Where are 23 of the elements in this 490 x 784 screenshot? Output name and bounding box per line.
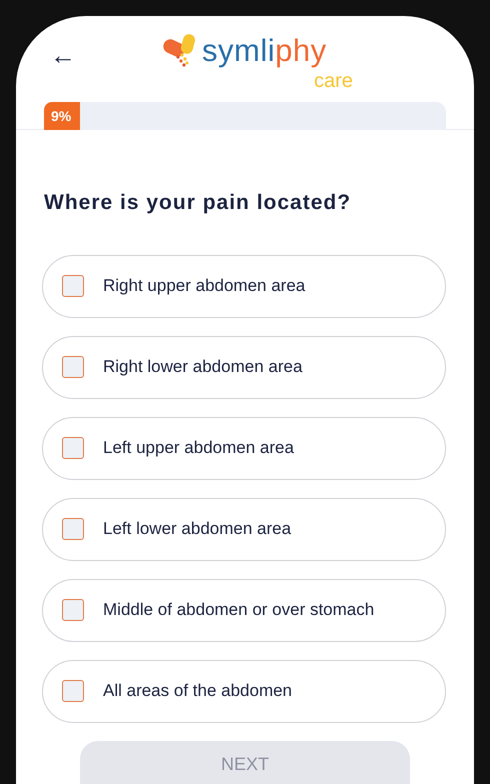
- checkbox[interactable]: [62, 599, 84, 621]
- checkbox[interactable]: [62, 680, 84, 702]
- logo-tagline: care: [314, 69, 353, 94]
- question-title: Where is your pain located?: [44, 190, 352, 216]
- checkbox[interactable]: [62, 275, 84, 297]
- option-label: Left upper abdomen area: [103, 437, 294, 460]
- answer-option[interactable]: All areas of the abdomen: [42, 660, 446, 722]
- answer-option[interactable]: Right upper abdomen area: [42, 254, 446, 318]
- option-label: All areas of the abdomen: [103, 680, 292, 702]
- option-label: Right lower abdomen area: [103, 356, 302, 378]
- answer-option[interactable]: Middle of abdomen or over stomach: [42, 578, 446, 642]
- checkbox[interactable]: [62, 437, 84, 459]
- answer-option[interactable]: Left lower abdomen area: [42, 498, 446, 560]
- progress-fill: 9%: [44, 102, 80, 130]
- checkbox[interactable]: [62, 518, 84, 540]
- option-label: Middle of abdomen or over stomach: [103, 599, 374, 622]
- checkbox[interactable]: [62, 356, 84, 378]
- option-label: Right upper abdomen area: [103, 275, 306, 298]
- answer-option[interactable]: Right lower abdomen area: [42, 336, 446, 398]
- back-button[interactable]: ←: [50, 42, 76, 68]
- answer-option[interactable]: Left upper abdomen area: [42, 416, 446, 480]
- option-label: Left lower abdomen area: [103, 518, 292, 540]
- logo-wordmark: symliphy: [202, 33, 327, 68]
